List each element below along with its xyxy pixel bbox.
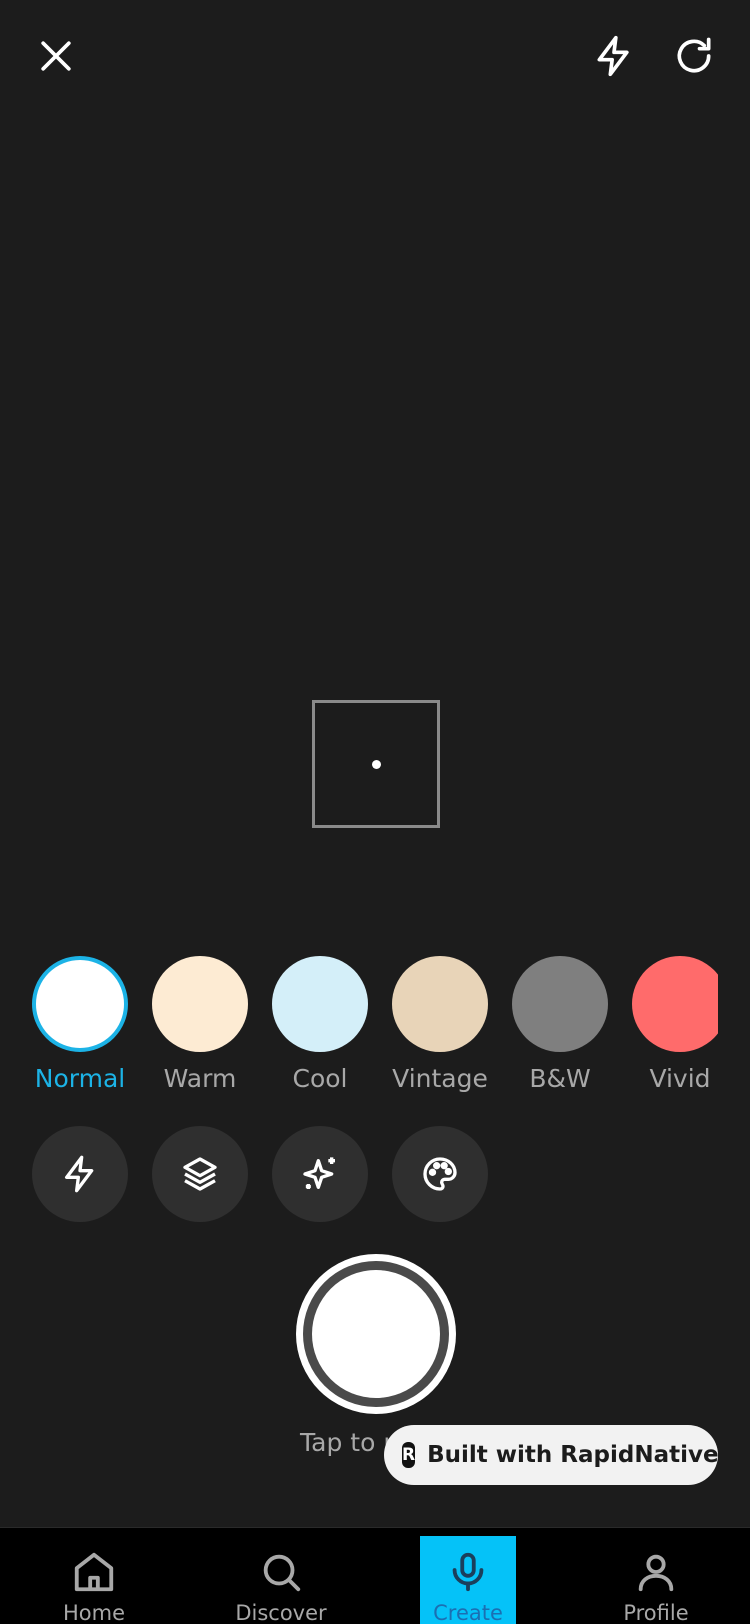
filter-swatch [392,956,488,1052]
home-icon [74,1552,114,1592]
rapidnative-logo-icon: R [402,1442,416,1468]
palette-icon [423,1157,457,1191]
flash-toggle-button[interactable] [582,24,646,88]
filter-swatch [632,956,718,1052]
filter-vintage[interactable]: Vintage [380,956,500,1093]
filter-normal[interactable]: Normal [20,956,140,1093]
record-button[interactable] [296,1254,456,1414]
close-button[interactable] [24,24,88,88]
layers-icon [183,1157,217,1191]
tab-label: Discover [235,1601,327,1624]
focus-indicator [312,700,440,828]
flash-icon [597,35,629,77]
effects-tool-button[interactable] [272,1126,368,1222]
flash-icon [65,1155,94,1193]
filter-swatch [272,956,368,1052]
tab-discover[interactable]: Discover [233,1536,329,1624]
close-icon [41,41,71,71]
filter-warm[interactable]: Warm [140,956,260,1093]
bottom-tab-bar: Home Discover Create Profile [0,1527,750,1624]
flash-tool-button[interactable] [32,1126,128,1222]
record-button-core [312,1270,440,1398]
tab-home[interactable]: Home [46,1536,142,1624]
flip-camera-button[interactable] [662,24,726,88]
flip-camera-icon [677,37,711,73]
badge-text: Built with RapidNative [427,1442,719,1468]
tab-label: Profile [623,1601,689,1624]
filter-label: Vintage [392,1064,488,1093]
filter-swatch [512,956,608,1052]
filter-swatch [152,956,248,1052]
filter-swatch [32,956,128,1052]
filter-label: Warm [163,1064,237,1093]
tab-profile[interactable]: Profile [608,1536,704,1624]
tab-label: Create [433,1601,503,1624]
search-icon [263,1554,301,1592]
filter-bw[interactable]: B&W [500,956,620,1093]
filter-label: B&W [529,1064,591,1093]
palette-tool-button[interactable] [392,1126,488,1222]
user-icon [638,1554,674,1592]
sparkles-icon [303,1157,335,1189]
built-with-badge[interactable]: R Built with RapidNative [384,1425,719,1485]
focus-point [372,760,381,769]
filter-label: Normal [34,1064,126,1093]
filter-cool[interactable]: Cool [260,956,380,1093]
tab-create[interactable]: Create [420,1536,516,1624]
microphone-icon [452,1552,484,1592]
filter-vivid[interactable]: Vivid [620,956,718,1093]
filter-label: Vivid [649,1064,711,1093]
filter-label: Cool [292,1064,348,1093]
tab-label: Home [62,1601,125,1624]
record-button-ring [303,1261,449,1407]
filter-list[interactable]: Normal Warm Cool Vintage B&W Vivid [0,956,718,1096]
layers-tool-button[interactable] [152,1126,248,1222]
